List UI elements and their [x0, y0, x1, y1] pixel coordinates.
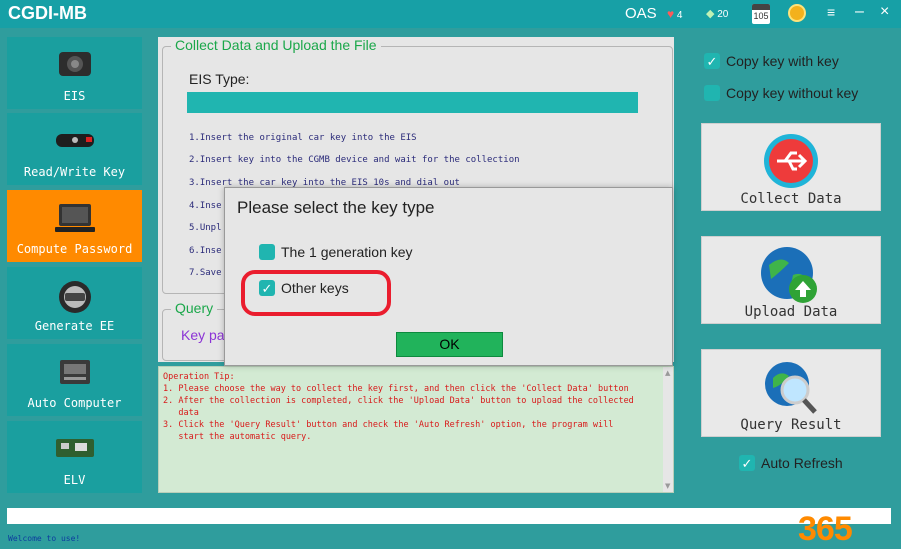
tips-scrollbar[interactable]: ▲ ▼ — [663, 367, 673, 492]
sidebar-item-label: EIS — [63, 89, 86, 103]
tip-line: Operation Tip: — [163, 372, 235, 382]
eis-type-label: EIS Type: — [189, 71, 250, 87]
circuit-board-icon — [55, 439, 94, 457]
sidebar-item-elv[interactable]: ELV — [7, 421, 142, 493]
step-item: 2.Insert key into the CGMB device and wa… — [189, 155, 520, 165]
status-text: Welcome to use! — [8, 534, 81, 543]
ecu-module-icon — [59, 360, 90, 384]
highlight-ring — [241, 270, 391, 316]
sidebar-item-label: Auto Computer — [27, 396, 122, 410]
eis-type-field[interactable] — [187, 92, 638, 113]
group-title: Collect Data and Upload the File — [171, 37, 381, 53]
checkbox-label: Copy key without key — [726, 85, 859, 101]
checkbox-label: Copy key with key — [726, 53, 839, 69]
operation-tips: Operation Tip: 1. Please choose the way … — [158, 366, 674, 493]
checkbox-checked-icon: ✓ — [739, 455, 755, 471]
scroll-up-icon[interactable]: ▲ — [665, 369, 670, 377]
gems-count: 20 — [717, 9, 729, 20]
tip-line: 1. Please choose the way to collect the … — [163, 384, 629, 394]
key-type-dialog: Please select the key type The 1 generat… — [224, 187, 673, 366]
calendar-day: 105 — [753, 11, 769, 21]
sidebar-item-read-write-key[interactable]: Read/Write Key — [7, 113, 142, 185]
progress-bar — [7, 508, 891, 524]
tip-line: start the automatic query. — [163, 432, 312, 442]
dialog-title: Please select the key type — [237, 198, 435, 217]
auto-refresh-checkbox[interactable]: ✓ Auto Refresh — [739, 455, 843, 471]
close-button[interactable]: × — [880, 3, 889, 21]
copy-with-key-checkbox[interactable]: ✓ Copy key with key — [704, 53, 839, 69]
collect-data-button[interactable]: Collect Data — [701, 123, 881, 211]
minimize-button[interactable]: – — [855, 3, 864, 21]
upload-data-label: Upload Data — [744, 304, 838, 320]
checkbox-unchecked-icon — [259, 244, 275, 260]
gem-icon: ◆ — [706, 8, 715, 20]
globe-search-icon — [765, 362, 817, 414]
sidebar-item-label: Read/Write Key — [23, 165, 126, 179]
sidebar-item-eis[interactable]: EIS — [7, 37, 142, 109]
medal-icon[interactable] — [788, 4, 806, 22]
car-key-icon — [55, 134, 94, 147]
sidebar-item-auto-computer[interactable]: Auto Computer — [7, 344, 142, 416]
steering-wheel-icon — [58, 281, 91, 313]
sidebar-item-compute-password[interactable]: Compute Password — [7, 190, 142, 262]
globe-upload-icon — [761, 247, 817, 303]
ok-button[interactable]: OK — [396, 332, 503, 357]
app-title: CGDI-MB — [8, 3, 87, 23]
query-result-label: Query Result — [740, 417, 842, 433]
hearts-count: 4 — [676, 10, 683, 21]
sidebar-item-label: Compute Password — [16, 242, 133, 256]
hearts-counter: ♥ 4 — [667, 7, 682, 21]
tip-line: 3. Click the 'Query Result' button and c… — [163, 420, 614, 430]
watermark-logo: 365 — [798, 510, 853, 548]
menu-button[interactable]: ≡ — [827, 4, 835, 20]
scroll-down-icon[interactable]: ▼ — [665, 482, 670, 490]
gems-counter: ◆ 20 — [706, 7, 728, 20]
collect-data-label: Collect Data — [740, 191, 842, 207]
eis-module-icon — [58, 52, 91, 76]
calendar-icon[interactable]: 105 — [752, 4, 770, 24]
step-item: 7.Save — [189, 268, 222, 278]
checkbox-checked-icon: ✓ — [704, 53, 720, 69]
option-label: The 1 generation key — [281, 244, 413, 260]
query-group-title: Query — [171, 300, 218, 316]
tip-line: 2. After the collection is completed, cl… — [163, 396, 634, 406]
tip-line: data — [163, 408, 199, 418]
sidebar-item-label: Generate EE — [34, 319, 115, 333]
checkbox-label: Auto Refresh — [761, 455, 843, 471]
sidebar-item-generate-ee[interactable]: Generate EE — [7, 267, 142, 339]
step-item: 1.Insert the original car key into the E… — [189, 133, 417, 143]
heart-icon: ♥ — [667, 7, 675, 21]
upload-data-button[interactable]: Upload Data — [701, 236, 881, 324]
step-item: 4.Inse — [189, 201, 222, 211]
copy-without-key-checkbox[interactable]: Copy key without key — [704, 85, 858, 101]
step-item: 6.Inse — [189, 246, 222, 256]
title-bar: CGDI-MB OAS ♥ 4 ◆ 20 105 ≡ – × — [0, 0, 901, 28]
step-item: 5.Unpl — [189, 223, 222, 233]
checkbox-unchecked-icon — [704, 85, 720, 101]
key-password-label: Key pa — [181, 327, 225, 343]
query-result-button[interactable]: Query Result — [701, 349, 881, 437]
laptop-icon — [54, 204, 95, 232]
oas-label: OAS — [625, 5, 657, 22]
usb-icon — [764, 134, 818, 188]
sidebar-item-label: ELV — [63, 473, 86, 487]
first-generation-key-option[interactable]: The 1 generation key — [259, 244, 413, 260]
